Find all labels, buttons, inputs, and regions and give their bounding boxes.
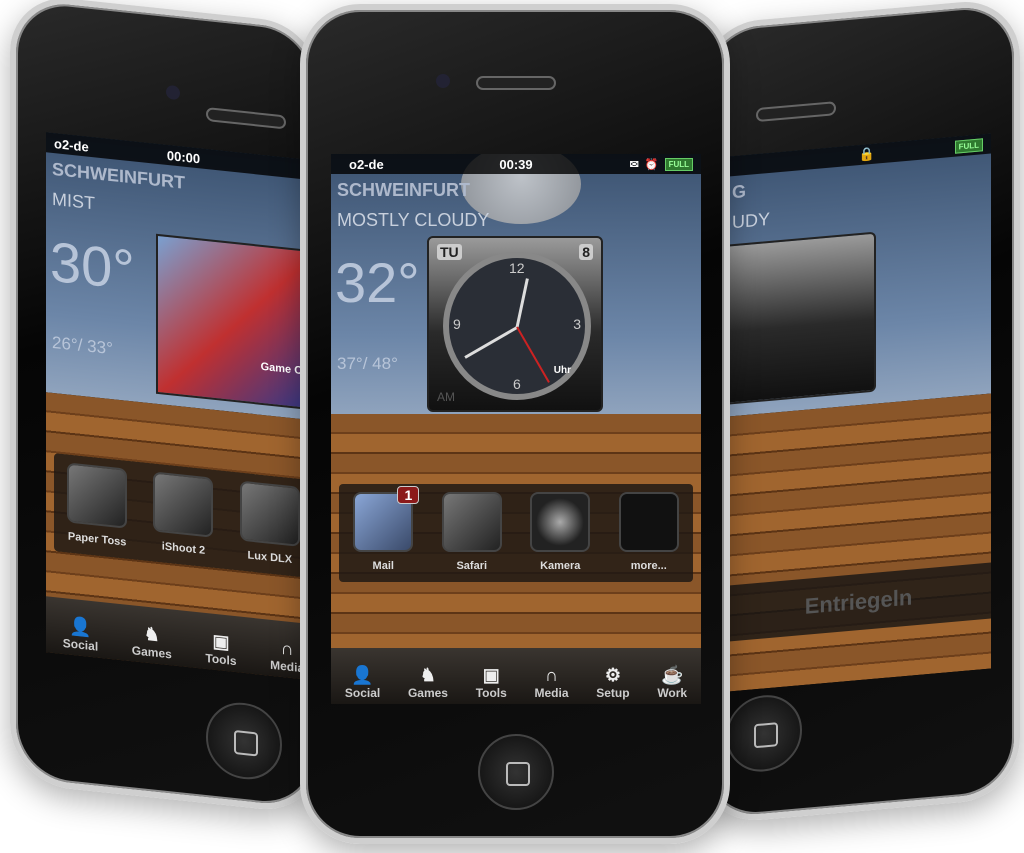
battery-indicator: FULL bbox=[664, 157, 693, 171]
center-phone: o2-de 00:39 ✉ ⏰ FULL SCHWEINFURT MOSTLY CL… bbox=[300, 4, 730, 844]
weather-condition: MIST bbox=[52, 188, 95, 214]
app-paper-toss[interactable]: Paper Toss bbox=[65, 462, 129, 559]
status-time: 00:39 bbox=[499, 156, 533, 172]
status-time: 00:00 bbox=[166, 147, 201, 166]
second-hand bbox=[516, 326, 550, 383]
tab-media[interactable]: ∩ Media bbox=[535, 665, 569, 700]
clock-face: 12 3 6 9 Uhr bbox=[443, 252, 591, 400]
app-mail[interactable]: 1 Mail bbox=[351, 486, 420, 582]
tab-label: Games bbox=[407, 686, 448, 700]
tab-label: Work bbox=[657, 686, 688, 700]
speaker bbox=[476, 76, 556, 90]
tab-tools[interactable]: ▣ Tools bbox=[205, 630, 237, 669]
unlock-label: Entriegeln bbox=[804, 584, 913, 619]
clock-brand: Uhr bbox=[553, 365, 571, 376]
notification-badge: 1 bbox=[397, 486, 420, 504]
tab-games[interactable]: ♞ Games bbox=[408, 665, 448, 700]
front-camera bbox=[166, 84, 180, 101]
ishoot-icon bbox=[153, 471, 214, 538]
center-screen: o2-de 00:39 ✉ ⏰ FULL SCHWEINFURT MOSTLY CL… bbox=[331, 154, 701, 704]
tab-label: Tools bbox=[205, 650, 237, 669]
tab-label: Social bbox=[62, 635, 99, 654]
lux-dlx-icon bbox=[239, 480, 300, 547]
tab-label: Games bbox=[131, 643, 172, 662]
headphones-icon: ∩ bbox=[545, 665, 559, 685]
app-safari[interactable]: Safari bbox=[440, 492, 504, 582]
carrier: o2-de bbox=[54, 135, 89, 155]
tab-label: Setup bbox=[596, 686, 630, 700]
lock-icon: 🔒 bbox=[858, 145, 875, 163]
alarm-icon: ⏰ bbox=[644, 158, 659, 171]
weather-condition: MOSTLY CLOUDY bbox=[337, 210, 490, 230]
hour-hand bbox=[515, 278, 529, 328]
gear-icon: ⚙ bbox=[604, 665, 621, 685]
left-phone: o2-de 00:00 SCHWEINFURT MIST 30° 26°/ 33°… bbox=[10, 0, 321, 816]
battery-indicator: FULL bbox=[954, 137, 983, 154]
tab-tools[interactable]: ▣ Tools bbox=[476, 665, 507, 700]
app-label: iShoot 2 bbox=[161, 540, 206, 557]
numeral: 3 bbox=[573, 316, 581, 332]
right-phone: 🔒 FULL G UDY Entriegeln bbox=[700, 0, 1020, 826]
clock-widget[interactable]: TU 8 12 3 6 9 Uhr AM bbox=[427, 236, 603, 412]
app-label: Mail bbox=[372, 560, 394, 572]
camera-lens-icon bbox=[530, 492, 591, 552]
front-camera bbox=[436, 74, 450, 88]
numeral: 12 bbox=[509, 260, 525, 276]
home-button[interactable] bbox=[726, 692, 802, 775]
coffee-cup-icon: ☕ bbox=[661, 665, 684, 685]
weather-range: 37°/ 48° bbox=[337, 354, 398, 373]
paper-toss-icon bbox=[67, 462, 128, 529]
right-screen: 🔒 FULL G UDY Entriegeln bbox=[726, 133, 991, 692]
home-button[interactable] bbox=[206, 699, 282, 784]
app-label: Kamera bbox=[540, 560, 581, 572]
mail-icon: ✉ bbox=[629, 158, 639, 171]
home-button[interactable] bbox=[478, 734, 554, 810]
app-label: more... bbox=[630, 560, 667, 572]
weather-city: SCHWEINFURT bbox=[337, 180, 470, 200]
app-kamera[interactable]: Kamera bbox=[528, 492, 592, 582]
app-lux-dlx[interactable]: Lux DLX bbox=[238, 480, 302, 577]
left-screen: o2-de 00:00 SCHWEINFURT MIST 30° 26°/ 33°… bbox=[46, 132, 321, 682]
tab-work[interactable]: ☕ Work bbox=[657, 665, 687, 700]
tab-label: Media bbox=[534, 686, 569, 700]
carrier: o2-de bbox=[349, 156, 384, 172]
tab-label: Social bbox=[344, 686, 381, 700]
tab-label: Tools bbox=[475, 686, 507, 700]
tab-setup[interactable]: ⚙ Setup bbox=[596, 665, 629, 700]
game-center-widget[interactable]: Game Cen bbox=[156, 233, 321, 412]
app-grid-icon bbox=[618, 492, 679, 552]
tab-social[interactable]: 👤 Social bbox=[345, 665, 380, 700]
numeral: 6 bbox=[513, 376, 521, 392]
app-more[interactable]: more... bbox=[617, 492, 681, 582]
minute-hand bbox=[464, 326, 518, 359]
tab-games[interactable]: ♞ Games bbox=[132, 622, 172, 661]
chess-knight-icon: ♞ bbox=[419, 665, 437, 685]
app-label: Safari bbox=[456, 560, 488, 572]
person-icon: 👤 bbox=[351, 665, 374, 685]
app-ishoot[interactable]: iShoot 2 bbox=[151, 471, 215, 568]
toolbox-icon: ▣ bbox=[482, 665, 500, 685]
clock-widget bbox=[726, 231, 876, 406]
speaker bbox=[756, 101, 836, 123]
tab-social[interactable]: 👤 Social bbox=[63, 615, 98, 654]
app-label: Lux DLX bbox=[247, 549, 293, 567]
app-label: Paper Toss bbox=[67, 530, 127, 549]
weather-city: G bbox=[732, 180, 747, 203]
numeral: 9 bbox=[453, 316, 461, 332]
clock-date: 8 bbox=[579, 244, 593, 260]
weather-temp: 32° bbox=[335, 251, 420, 314]
weather-temp: 30° bbox=[50, 229, 135, 302]
weather-condition: UDY bbox=[732, 208, 771, 233]
clock-ampm: AM bbox=[437, 390, 455, 404]
compass-icon bbox=[441, 492, 502, 552]
clock-day: TU bbox=[437, 244, 462, 260]
speaker bbox=[206, 107, 286, 130]
